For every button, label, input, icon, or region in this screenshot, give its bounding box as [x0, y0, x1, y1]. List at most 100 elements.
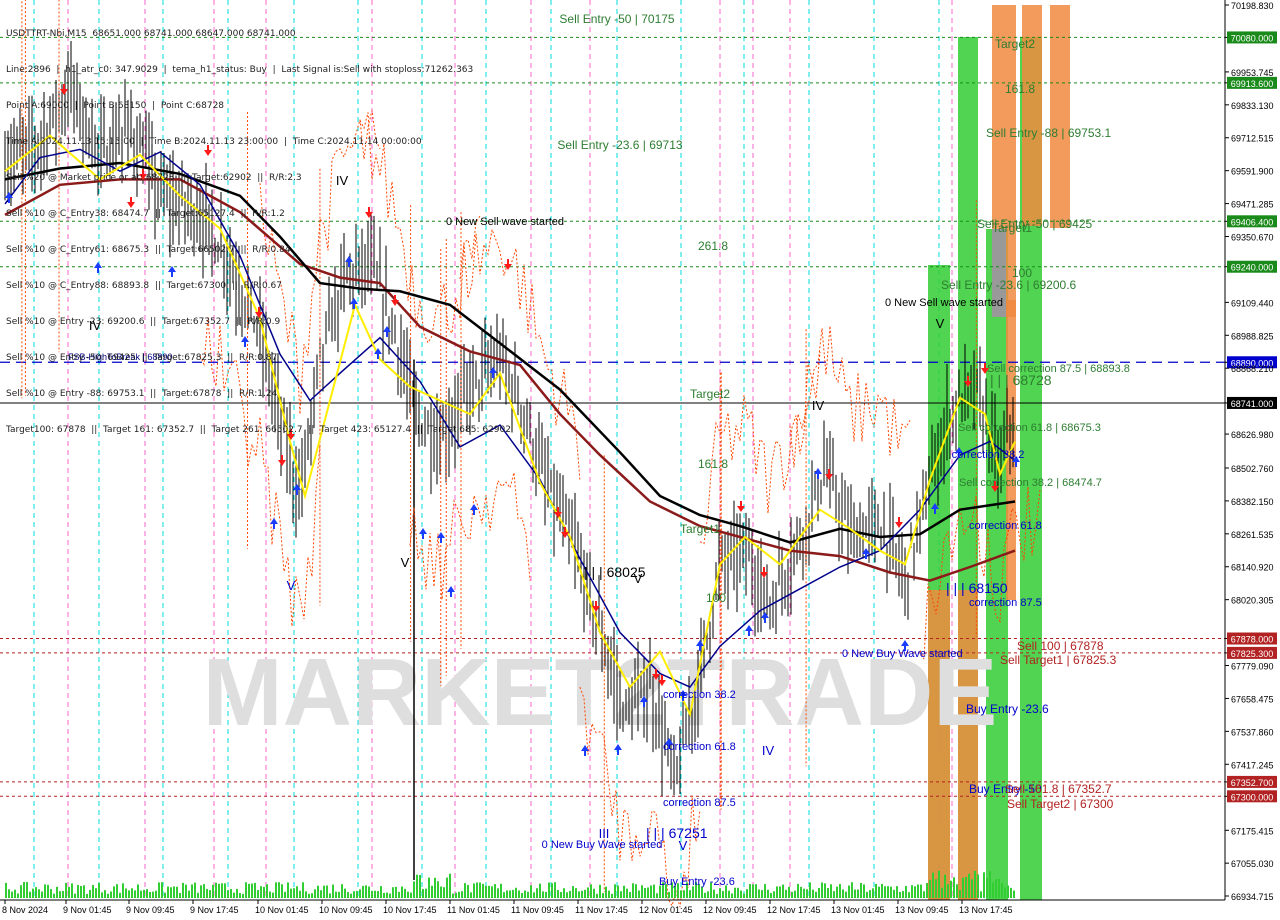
volume-bar — [206, 888, 208, 898]
volume-bar — [938, 870, 940, 898]
volume-bar — [746, 889, 748, 898]
chart-annotation: 161.8 — [1005, 82, 1035, 96]
chart-annotation: Sell Target1 | 67825.3 — [1000, 653, 1117, 667]
volume-bar — [263, 886, 265, 898]
time-tick-label: 12 Nov 01:45 — [639, 905, 693, 915]
volume-bar — [560, 892, 562, 898]
volume-bar — [692, 886, 694, 898]
volume-bar — [401, 886, 403, 898]
volume-bar — [914, 886, 916, 898]
volume-bar — [236, 888, 238, 898]
volume-bar — [491, 886, 493, 898]
price-tick-label: 68382.150 — [1231, 497, 1274, 507]
info-line: USDTTRT-Nbi,M15 68651.000 68741.000 6864… — [6, 29, 296, 39]
volume-bar — [296, 886, 298, 898]
volume-bar — [338, 891, 340, 898]
volume-bar — [134, 890, 136, 898]
volume-bar — [701, 886, 703, 898]
volume-bar — [227, 890, 229, 898]
volume-bar — [935, 879, 937, 898]
volume-bar — [467, 884, 469, 898]
chart-annotation: Target2 — [995, 37, 1035, 51]
volume-bar — [449, 873, 451, 898]
volume-bar — [104, 890, 106, 898]
price-tick-label: 69591.900 — [1231, 167, 1274, 177]
volume-bar — [161, 882, 163, 898]
chart-annotation: | | | 68728 — [990, 372, 1052, 388]
volume-bar — [386, 892, 388, 898]
volume-bar — [332, 884, 334, 898]
volume-bar — [947, 884, 949, 898]
volume-bar — [146, 889, 148, 898]
volume-bar — [668, 891, 670, 898]
volume-bar — [107, 893, 109, 898]
price-tick-label: 68502.760 — [1231, 464, 1274, 474]
volume-bar — [437, 881, 439, 898]
volume-bar — [245, 882, 247, 898]
volume-bar — [542, 891, 544, 898]
volume-bar — [995, 879, 997, 898]
time-tick-label: 11 Nov 09:45 — [511, 905, 564, 915]
info-line: Sell %10 @ Entry -23: 69200.6 || Target:… — [6, 317, 281, 327]
volume-bar — [617, 885, 619, 898]
volume-bar — [551, 883, 553, 898]
info-line: Sell %10 @ C_Entry88: 68893.8 || Target:… — [6, 281, 282, 291]
volume-bar — [212, 884, 214, 898]
volume-bar — [506, 890, 508, 898]
volume-bar — [476, 882, 478, 898]
volume-bar — [479, 882, 481, 898]
volume-bar — [26, 882, 28, 898]
volume-bar — [623, 885, 625, 898]
volume-bar — [455, 892, 457, 898]
volume-bar — [359, 889, 361, 898]
wave-label: IV — [762, 743, 775, 758]
price-tick-label: 67300.000 — [1231, 792, 1274, 802]
volume-bar — [50, 889, 52, 898]
volume-bar — [869, 890, 871, 898]
chart-annotation: Buy Entry -23.6 — [966, 702, 1049, 716]
volume-bar — [68, 886, 70, 898]
volume-bar — [38, 889, 40, 898]
volume-bar — [497, 888, 499, 898]
volume-bar — [416, 874, 418, 898]
volume-bar — [251, 883, 253, 898]
chart-annotation: Sell correction 38.2 | 68474.7 — [959, 477, 1102, 489]
volume-bar — [404, 888, 406, 898]
volume-bar — [578, 891, 580, 898]
volume-bar — [632, 883, 634, 898]
volume-bar — [485, 885, 487, 898]
volume-bar — [821, 882, 823, 898]
chart-annotation: correction 87.5 — [663, 797, 736, 809]
volume-bar — [242, 893, 244, 898]
volume-bar — [848, 885, 850, 898]
chart-annotation: Target1 — [992, 221, 1032, 235]
volume-bar — [5, 882, 7, 898]
volume-bar — [650, 885, 652, 898]
volume-bar — [773, 891, 775, 898]
volume-bar — [785, 889, 787, 898]
volume-bar — [776, 886, 778, 898]
volume-bar — [194, 882, 196, 898]
price-tick-label: 69350.670 — [1231, 233, 1274, 243]
chart-annotation: Target2 — [690, 387, 730, 401]
volume-bar — [539, 883, 541, 898]
volume-bar — [422, 889, 424, 898]
volume-bar — [377, 891, 379, 898]
price-tick-label: 69913.600 — [1231, 79, 1274, 89]
volume-bar — [809, 882, 811, 898]
volume-bar — [905, 885, 907, 898]
wave-label: IV — [812, 398, 825, 413]
volume-bar — [413, 881, 415, 898]
volume-bar — [977, 874, 979, 898]
chart-annotation: Sell Entry -50 | 70175 — [559, 12, 675, 26]
volume-bar — [842, 889, 844, 898]
volume-bar — [299, 890, 301, 898]
volume-bar — [611, 893, 613, 898]
volume-bar — [620, 891, 622, 898]
volume-bar — [86, 893, 88, 898]
volume-bar — [173, 886, 175, 898]
info-line: Sell %10 @ Entry -50: 69425 || Target:67… — [6, 353, 278, 363]
volume-bar — [17, 893, 19, 898]
price-tick-label: 67055.030 — [1231, 859, 1274, 869]
volume-bar — [917, 884, 919, 898]
